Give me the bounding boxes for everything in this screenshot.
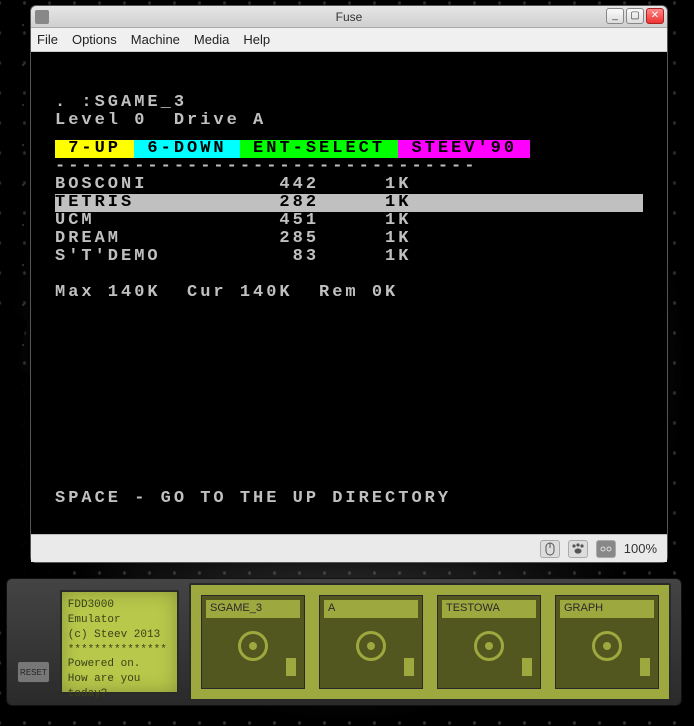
minimize-button[interactable]: _	[606, 8, 624, 24]
path-line: . :SGAME_3	[55, 94, 643, 112]
drive-label: A	[324, 600, 418, 618]
drive-3[interactable]: GRAPH	[555, 595, 659, 689]
credit: STEEV'90	[398, 140, 530, 158]
drive-1[interactable]: A	[319, 595, 423, 689]
floppy-notch	[522, 658, 532, 676]
level-drive-line: Level 0 Drive A	[55, 112, 643, 130]
hint-down: 6-DOWN	[134, 140, 240, 158]
floppy-icon	[356, 631, 386, 661]
file-row[interactable]: S'T'DEMO 83 1K	[55, 248, 643, 266]
drive-bay: SGAME_3 A TESTOWA GRAPH	[189, 583, 671, 701]
drive-2[interactable]: TESTOWA	[437, 595, 541, 689]
drive-label: TESTOWA	[442, 600, 536, 618]
emulator-screen[interactable]: . :SGAME_3 Level 0 Drive A 7-UP 6-DOWN E…	[31, 52, 667, 534]
menu-machine[interactable]: Machine	[131, 32, 180, 47]
lcd-line: ***************	[68, 643, 171, 658]
lcd-line: FDD3000 Emulator	[68, 598, 171, 628]
maximize-button[interactable]: ▢	[626, 8, 644, 24]
fdd-lcd: FDD3000 Emulator (c) Steev 2013 ********…	[60, 590, 179, 694]
floppy-icon	[474, 631, 504, 661]
divider: --------------------------------	[55, 158, 643, 176]
file-row[interactable]: DREAM 285 1K	[55, 230, 643, 248]
disk-stats: Max 140K Cur 140K Rem 0K	[55, 284, 643, 302]
floppy-notch	[286, 658, 296, 676]
file-list: BOSCONI 442 1K TETRIS 282 1K UCM 451 1K …	[55, 176, 643, 266]
drive-label: SGAME_3	[206, 600, 300, 618]
mouse-icon[interactable]	[540, 540, 560, 558]
reset-button[interactable]: RESET	[17, 661, 50, 683]
space-hint: SPACE - GO TO THE UP DIRECTORY	[55, 490, 451, 508]
file-row[interactable]: UCM 451 1K	[55, 212, 643, 230]
app-icon	[35, 10, 49, 24]
fuse-window: Fuse _ ▢ ✕ File Options Machine Media He…	[30, 5, 668, 563]
menubar: File Options Machine Media Help	[31, 28, 667, 52]
floppy-notch	[640, 658, 650, 676]
titlebar[interactable]: Fuse _ ▢ ✕	[31, 6, 667, 28]
drive-label: GRAPH	[560, 600, 654, 618]
menu-media[interactable]: Media	[194, 32, 229, 47]
lcd-line: Powered on.	[68, 657, 171, 672]
file-row[interactable]: TETRIS 282 1K	[55, 194, 643, 212]
menu-help[interactable]: Help	[243, 32, 270, 47]
hint-up: 7-UP	[55, 140, 134, 158]
status-bar: 100%	[31, 534, 667, 562]
zoom-level: 100%	[624, 541, 657, 556]
file-row[interactable]: BOSCONI 442 1K	[55, 176, 643, 194]
tape-icon[interactable]	[596, 540, 616, 558]
fdd3000-panel: RESET FDD3000 Emulator (c) Steev 2013 **…	[6, 578, 682, 706]
lcd-line: How are you today?	[68, 672, 171, 702]
lcd-line: (c) Steev 2013	[68, 628, 171, 643]
window-title: Fuse	[31, 10, 667, 24]
menu-options[interactable]: Options	[72, 32, 117, 47]
paw-icon[interactable]	[568, 540, 588, 558]
drive-0[interactable]: SGAME_3	[201, 595, 305, 689]
floppy-icon	[592, 631, 622, 661]
close-button[interactable]: ✕	[646, 8, 664, 24]
menu-file[interactable]: File	[37, 32, 58, 47]
floppy-icon	[238, 631, 268, 661]
header-bar: 7-UP 6-DOWN ENT-SELECT STEEV'90	[55, 140, 643, 158]
floppy-notch	[404, 658, 414, 676]
hint-select: ENT-SELECT	[240, 140, 398, 158]
